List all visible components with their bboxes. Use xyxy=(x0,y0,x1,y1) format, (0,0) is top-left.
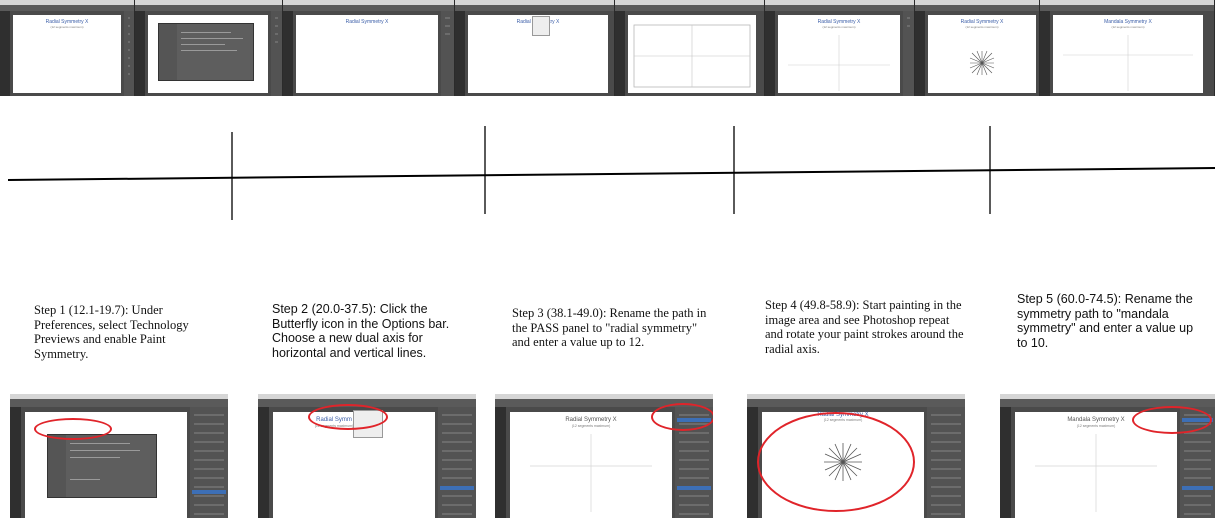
preferences-dialog xyxy=(47,434,157,498)
panels xyxy=(927,407,965,518)
step-1-text: Step 1 (12.1-19.7): Under Preferences, s… xyxy=(34,303,189,361)
frame-canvas: Radial Symmetry X (12 segments maximum) xyxy=(13,15,121,93)
highlight-ellipse xyxy=(34,418,112,440)
filmstrip-frame: Radial Symmetry X (12 segments maximum) xyxy=(0,0,135,96)
panels xyxy=(438,407,476,518)
panels xyxy=(441,11,454,96)
symmetry-menu xyxy=(532,16,550,36)
frame-canvas xyxy=(148,15,268,93)
symmetry-axis xyxy=(788,35,890,91)
panels xyxy=(271,11,282,96)
highlight-ellipse xyxy=(651,403,713,431)
radial-strokes xyxy=(969,50,995,76)
step-3-screenshot: Radial Symmetry X (12 segments maximum) xyxy=(495,394,713,518)
panels xyxy=(190,407,228,518)
canvas-subtitle: (12 segments maximum) xyxy=(50,25,84,29)
panels xyxy=(903,11,914,96)
filmstrip-frame: Radial Symmetry X xyxy=(283,0,455,96)
frame-canvas: Radial Symmetry X (12 segments maximum) xyxy=(928,15,1036,93)
frame-canvas xyxy=(628,15,756,93)
panels xyxy=(124,11,134,96)
step-3-text: Step 3 (38.1-49.0): Rename the path in t… xyxy=(512,306,707,350)
step-1-screenshot xyxy=(10,394,228,518)
highlight-ellipse xyxy=(308,404,388,430)
dual-axis-guides xyxy=(633,24,751,88)
symmetry-axis xyxy=(530,434,652,512)
frame-canvas: Radial Symmetry X (12 segments maximum) xyxy=(778,15,900,93)
step-5-screenshot: Mandala Symmetry X (12 segments maximum) xyxy=(1000,394,1215,518)
symmetry-axis xyxy=(1063,35,1193,91)
highlight-ellipse xyxy=(1132,406,1212,434)
step-2-text: Step 2 (20.0-37.5): Click the Butterfly … xyxy=(272,302,450,360)
highlight-ellipse xyxy=(757,412,915,512)
timeline-axis xyxy=(7,167,1215,181)
filmstrip-frame xyxy=(615,0,765,96)
filmstrip-frame: Mandala Symmetry X (12 segments maximum) xyxy=(1040,0,1215,96)
step-4-text: Step 4 (49.8-58.9): Start painting in th… xyxy=(765,298,964,356)
frame-canvas: Mandala Symmetry X (12 segments maximum) xyxy=(1053,15,1203,93)
step-5-text: Step 5 (60.0-74.5): Rename the symmetry … xyxy=(1017,292,1194,350)
timeline xyxy=(7,126,1215,220)
step-2-screenshot: Radial Symm (12 segments maximum) xyxy=(258,394,476,518)
filmstrip-frame: Radial Symmetry X (12 segments maximum) xyxy=(915,0,1040,96)
filmstrip-frame: Radial Symmetry X xyxy=(455,0,615,96)
frame-canvas: Radial Symmetry X xyxy=(468,15,608,93)
canvas-title: Radial Symmetry X xyxy=(345,19,389,25)
filmstrip-frame: Radial Symmetry X (12 segments maximum) xyxy=(765,0,915,96)
step-4-screenshot: Radial Symmetry X (12 segments maximum) xyxy=(747,394,965,518)
preferences-dialog xyxy=(158,23,254,81)
thumb-canvas: Radial Symmetry X (12 segments maximum) xyxy=(510,412,672,518)
video-filmstrip: Radial Symmetry X (12 segments maximum) … xyxy=(0,0,1215,96)
filmstrip-frame xyxy=(135,0,283,96)
frame-canvas: Radial Symmetry X xyxy=(296,15,438,93)
